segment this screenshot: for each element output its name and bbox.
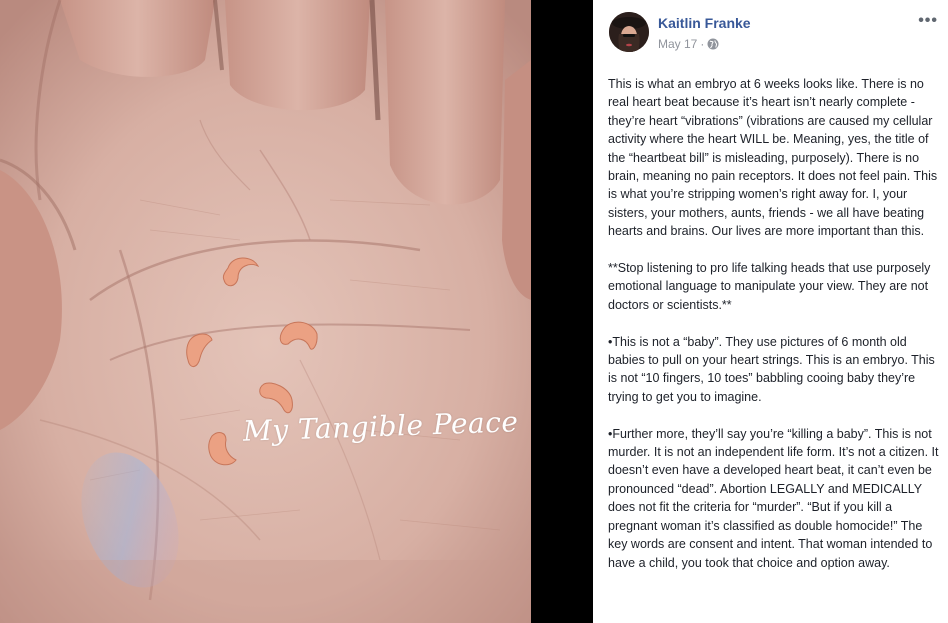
post-paragraph: **Stop listening to pro life talking hea… bbox=[608, 261, 931, 312]
post-meta: May 17 · bbox=[658, 37, 719, 51]
avatar[interactable] bbox=[609, 12, 649, 52]
avatar-image bbox=[609, 12, 649, 52]
more-options-icon[interactable]: ••• bbox=[918, 13, 938, 29]
post-header: Kaitlin Franke May 17 · ••• bbox=[593, 0, 948, 70]
post-paragraph: This is what an embryo at 6 weeks looks … bbox=[608, 77, 938, 239]
meta-separator: · bbox=[700, 37, 705, 51]
post-paragraph: •Further more, they’ll say you’re “killi… bbox=[608, 426, 939, 570]
author-name-link[interactable]: Kaitlin Franke bbox=[658, 15, 751, 31]
post-paragraph: •This is not a “baby”. They use pictures… bbox=[608, 334, 935, 404]
palm-photo bbox=[0, 0, 531, 623]
post-date-link[interactable]: May 17 bbox=[658, 37, 697, 51]
photo-viewer[interactable]: My Tangible Peace bbox=[0, 0, 531, 623]
globe-icon[interactable] bbox=[707, 38, 719, 50]
post-panel: Kaitlin Franke May 17 · ••• This is what… bbox=[593, 0, 948, 623]
post-body: This is what an embryo at 6 weeks looks … bbox=[608, 75, 940, 590]
viewer-gutter bbox=[531, 0, 593, 623]
